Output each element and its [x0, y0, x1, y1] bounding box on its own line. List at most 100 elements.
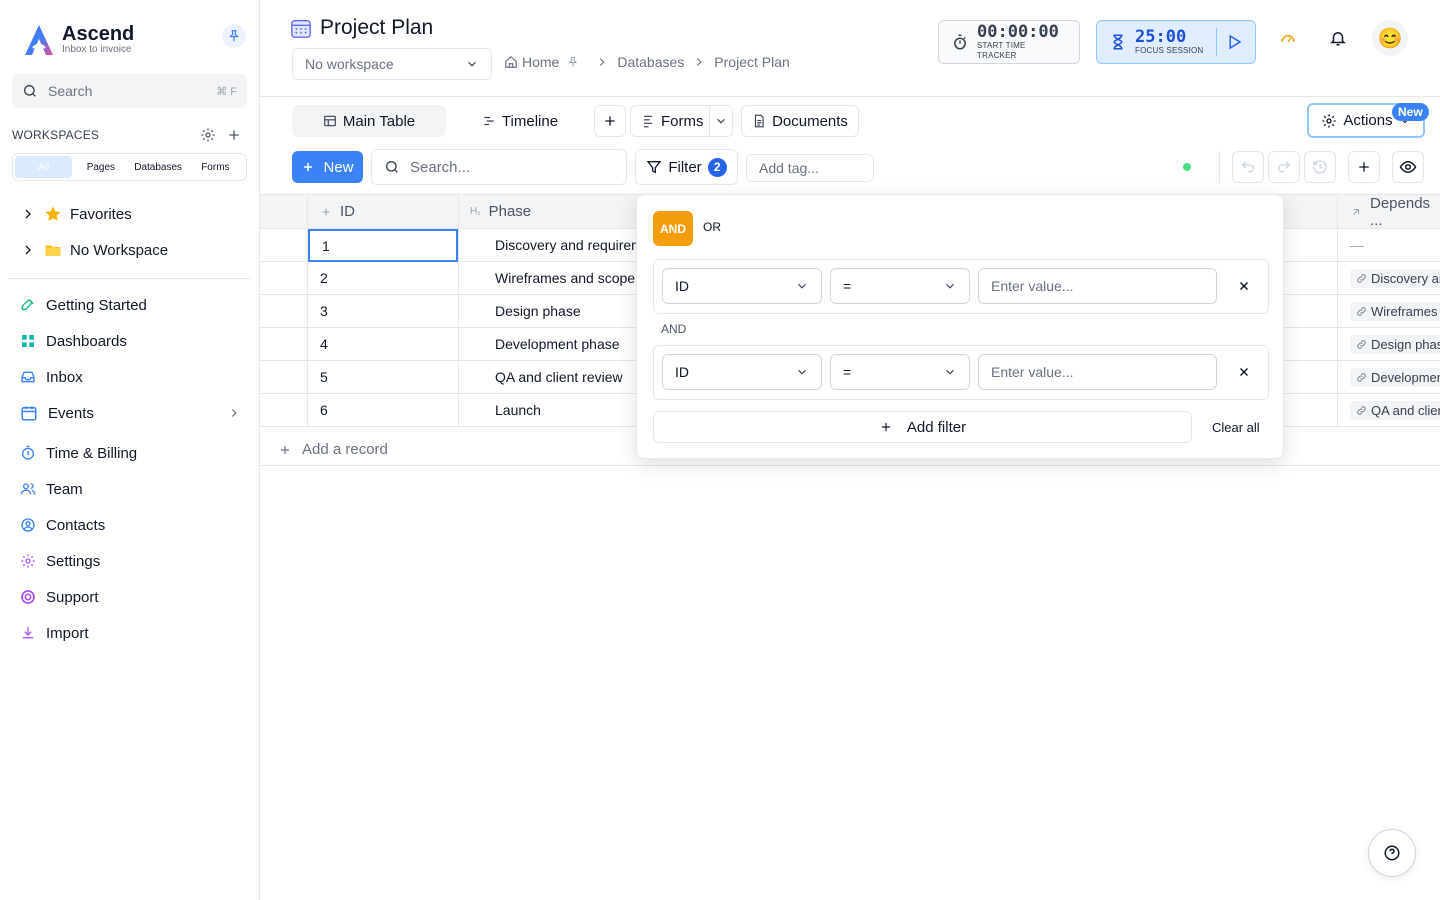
- start-time-tracker-button[interactable]: 00:00:00 START TIME TRACKER: [938, 20, 1080, 64]
- redo-button[interactable]: [1268, 151, 1300, 183]
- table-search-placeholder: Search...: [410, 158, 471, 176]
- nav-item-label: Import: [46, 624, 89, 642]
- plus-icon: [1356, 159, 1372, 175]
- help-button[interactable]: [1368, 829, 1416, 877]
- focus-session-widget[interactable]: 25:00 FOCUS SESSION: [1096, 20, 1256, 64]
- play-icon[interactable]: [1225, 33, 1243, 51]
- cell-depends[interactable]: Wireframes a: [1350, 295, 1440, 327]
- forms-label: Forms: [661, 112, 704, 130]
- column-header-phase[interactable]: H₁ Phase: [470, 195, 531, 228]
- cell-id[interactable]: 5: [320, 361, 328, 393]
- nav-item-events[interactable]: Events: [20, 395, 245, 431]
- nav-item-getting-started[interactable]: Getting Started: [20, 287, 245, 323]
- logo-icon: [22, 22, 56, 58]
- timer-icon: [20, 445, 36, 461]
- cell-id[interactable]: 6: [320, 394, 328, 426]
- link-chip[interactable]: Wireframes a: [1350, 301, 1440, 321]
- chevron-right-icon: [20, 206, 36, 222]
- workspace-settings-gear-icon[interactable]: [200, 127, 216, 143]
- workspace-select[interactable]: No workspace: [292, 48, 492, 80]
- remove-filter-button[interactable]: [1234, 276, 1254, 296]
- filter-operator-select[interactable]: =: [830, 354, 970, 390]
- cell-id[interactable]: 2: [320, 262, 328, 294]
- actions-label: Actions: [1343, 112, 1393, 129]
- nav-item-import[interactable]: Import: [20, 615, 245, 651]
- forms-button[interactable]: Forms: [630, 105, 733, 137]
- ws-tab-all[interactable]: All: [15, 156, 73, 178]
- undo-button[interactable]: [1232, 151, 1264, 183]
- cell-id[interactable]: 1: [308, 229, 458, 262]
- link-chip[interactable]: Design phas: [1350, 334, 1440, 354]
- ws-tab-forms[interactable]: Forms: [187, 156, 244, 178]
- cell-id[interactable]: 4: [320, 328, 328, 360]
- tree-item-no-workspace[interactable]: No Workspace: [20, 232, 168, 268]
- nav-item-team[interactable]: Team: [20, 471, 245, 507]
- nav-item-settings[interactable]: Settings: [20, 543, 245, 579]
- add-view-button[interactable]: [594, 105, 626, 137]
- nav-item-time-billing[interactable]: Time & Billing: [20, 435, 245, 471]
- chevron-right-icon: [20, 242, 36, 258]
- cell-depends[interactable]: QA and clien: [1350, 394, 1440, 426]
- nav-item-inbox[interactable]: Inbox: [20, 359, 245, 395]
- breadcrumb-databases[interactable]: Databases: [617, 54, 684, 70]
- cell-depends[interactable]: Discovery ar: [1350, 262, 1440, 294]
- add-workspace-plus-icon[interactable]: [226, 127, 242, 143]
- add-tag-input[interactable]: Add tag...: [746, 154, 874, 182]
- and-toggle[interactable]: AND: [653, 211, 693, 246]
- link-chip[interactable]: Developmen: [1350, 367, 1440, 387]
- ws-tab-pages[interactable]: Pages: [72, 156, 129, 178]
- remove-filter-button[interactable]: [1234, 362, 1254, 382]
- history-button[interactable]: [1304, 151, 1336, 183]
- ws-tab-databases[interactable]: Databases: [130, 156, 187, 178]
- table-search-input[interactable]: Search...: [371, 149, 627, 185]
- chevron-down-icon: [943, 279, 957, 293]
- sidebar-search[interactable]: Search ⌘ F: [12, 74, 247, 108]
- filter-field-select[interactable]: ID: [662, 354, 822, 390]
- column-header-id[interactable]: ID: [320, 195, 355, 228]
- add-record-button[interactable]: Add a record: [278, 441, 388, 458]
- nav-item-dashboards[interactable]: Dashboards: [20, 323, 245, 359]
- tab-main-table[interactable]: Main Table: [292, 105, 446, 137]
- avatar[interactable]: 😊: [1372, 20, 1408, 56]
- new-record-button[interactable]: New: [292, 151, 363, 183]
- or-toggle[interactable]: OR: [703, 220, 721, 234]
- clear-all-button[interactable]: Clear all: [1212, 420, 1260, 435]
- filter-value-input[interactable]: Enter value...: [978, 268, 1217, 304]
- chevron-down-icon[interactable]: [714, 114, 728, 128]
- visibility-button[interactable]: [1392, 151, 1424, 183]
- filter-field-select[interactable]: ID: [662, 268, 822, 304]
- bell-icon[interactable]: [1326, 26, 1350, 50]
- filter-operator-select[interactable]: =: [830, 268, 970, 304]
- add-record-label: Add a record: [302, 441, 388, 458]
- nav-item-contacts[interactable]: Contacts: [20, 507, 245, 543]
- filter-value-input[interactable]: Enter value...: [978, 354, 1217, 390]
- breadcrumb-home[interactable]: Home: [522, 54, 559, 70]
- link-chip[interactable]: QA and clien: [1350, 400, 1440, 420]
- cell-depends[interactable]: —: [1350, 229, 1364, 261]
- workspace-filter-tabs: All Pages Databases Forms: [12, 153, 247, 181]
- team-icon: [20, 481, 36, 497]
- tab-label: Main Table: [342, 112, 416, 130]
- brand-tagline: Inbox to invoice: [62, 44, 132, 55]
- brand[interactable]: Ascend Inbox to invoice: [22, 22, 134, 58]
- pin-icon[interactable]: [567, 56, 579, 68]
- pin-sidebar-button[interactable]: [222, 24, 246, 48]
- tab-timeline[interactable]: Timeline: [470, 105, 570, 137]
- stopwatch-icon: [951, 33, 969, 51]
- tree-item-favorites[interactable]: Favorites: [20, 196, 168, 232]
- filter-button[interactable]: Filter 2: [635, 149, 738, 185]
- link-chip[interactable]: Discovery ar: [1350, 268, 1440, 288]
- cell-id[interactable]: 3: [320, 295, 328, 327]
- inbox-icon: [20, 369, 36, 385]
- focus-session-value: 25:00: [1135, 27, 1187, 47]
- cell-depends[interactable]: Developmen: [1350, 361, 1440, 393]
- add-filter-button[interactable]: Add filter: [653, 411, 1192, 443]
- add-column-button[interactable]: [1348, 151, 1380, 183]
- speedometer-icon[interactable]: [1276, 26, 1300, 50]
- column-header-depends[interactable]: Depends ...: [1350, 195, 1440, 229]
- nav-item-label: Inbox: [46, 368, 83, 386]
- cell-depends[interactable]: Design phas: [1350, 328, 1440, 360]
- documents-button[interactable]: Documents: [741, 105, 859, 137]
- nav-item-support[interactable]: Support: [20, 579, 245, 615]
- column-header-label: ID: [340, 203, 355, 220]
